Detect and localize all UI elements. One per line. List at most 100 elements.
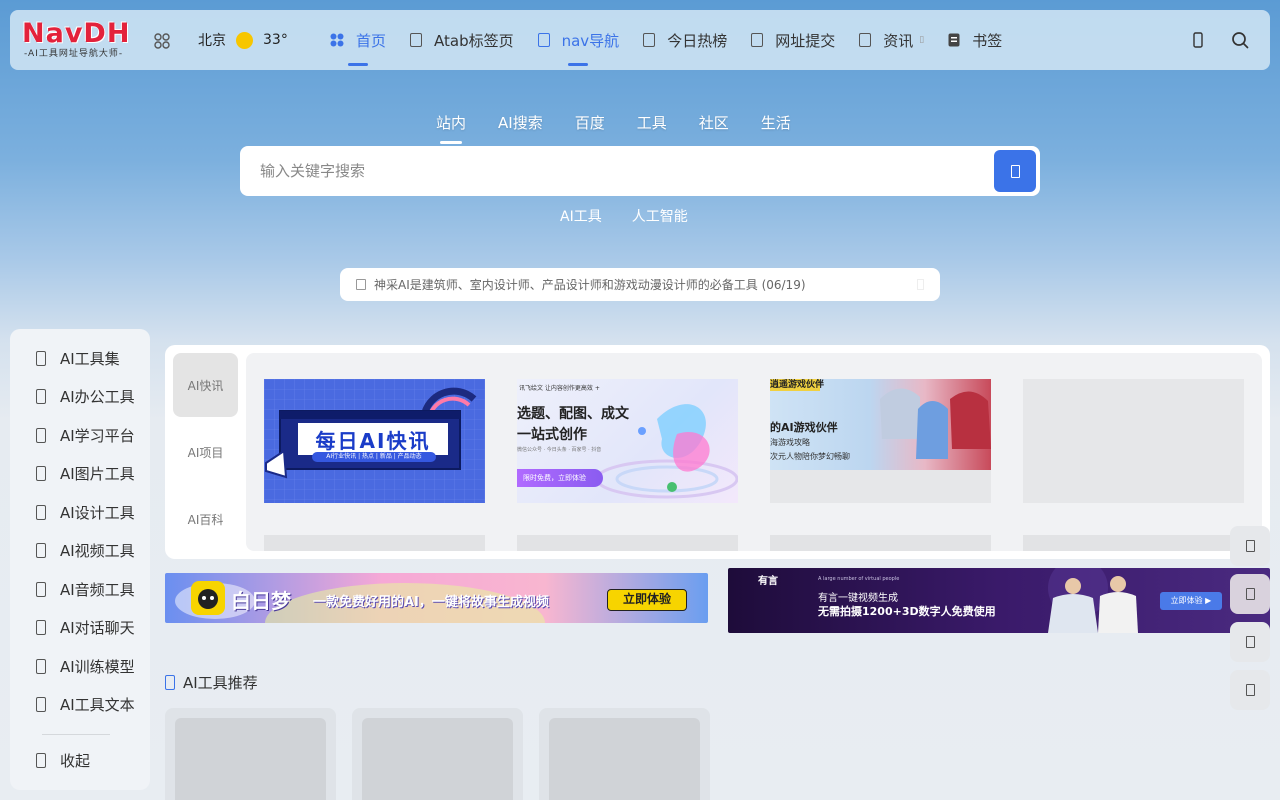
bairimeng-logo-icon: [191, 581, 225, 615]
sidebar-item-chat[interactable]: AI对话聊天: [10, 612, 150, 642]
sidebar-item-label: AI对话聊天: [60, 618, 135, 637]
search-input[interactable]: [260, 146, 1000, 196]
float-icon: [1245, 588, 1255, 600]
float-button-settings[interactable]: [1230, 670, 1270, 710]
sidebar-item-label: AI学习平台: [60, 426, 135, 445]
banner-line1: 有言一键视频生成: [818, 593, 898, 604]
nav-label: 今日热榜: [667, 31, 728, 50]
section-title-recommend: AI工具推荐: [165, 672, 258, 692]
sidebar-item-learning[interactable]: AI学习平台: [10, 420, 150, 450]
top-header: NavDH -AI工具网址导航大师- 北京 33° 首页 Atab标签页 nav…: [10, 10, 1270, 70]
sidebar-item-design[interactable]: AI设计工具: [10, 497, 150, 527]
active-indicator: [568, 63, 589, 66]
hot-keyword[interactable]: 人工智能: [632, 206, 688, 226]
notice-bar[interactable]: 神采AI是建筑师、室内设计师、产品设计师和游戏动漫设计师的必备工具 (06/19…: [340, 268, 940, 301]
weather-city: 北京: [198, 33, 226, 49]
search-button-icon: [1010, 164, 1020, 178]
search-tab-baidu[interactable]: 百度: [559, 112, 621, 138]
sidebar-item-label: AI图片工具: [60, 464, 135, 483]
nav-label: 网址提交: [775, 31, 836, 50]
submit-icon: [751, 33, 764, 47]
news-tab-flash[interactable]: AI快讯: [173, 353, 238, 417]
notice-icon: [356, 279, 366, 290]
search-tab-community[interactable]: 社区: [683, 112, 745, 138]
logo-subtitle: -AI工具网址导航大师-: [24, 49, 124, 59]
news-thumbnail[interactable]: 逍遥游戏伙伴 的AI游戏伙伴 海游戏攻略 次元人物陪你梦幻畅聊: [770, 379, 991, 503]
banner-brand: 有言: [758, 576, 778, 587]
search-tab-tools[interactable]: 工具: [621, 112, 683, 138]
mobile-icon[interactable]: [1188, 30, 1208, 50]
banner-top: A large number of virtual people: [818, 576, 900, 582]
sidebar-item-text[interactable]: AI工具文本: [10, 689, 150, 719]
search-tab-life[interactable]: 生活: [745, 112, 807, 138]
sidebar-item-image[interactable]: AI图片工具: [10, 458, 150, 488]
sidebar-item-ai-tools[interactable]: AI工具集: [10, 343, 150, 373]
site-logo[interactable]: NavDH -AI工具网址导航大师-: [22, 20, 146, 60]
news-tab-wiki[interactable]: AI百科: [173, 487, 238, 551]
sidebar-item-audio[interactable]: AI音频工具: [10, 574, 150, 604]
news-thumbnail[interactable]: 每日AI快讯 AI行业快讯 | 热点 | 新品 | 产品动态: [264, 379, 485, 503]
float-button-theme[interactable]: [1230, 622, 1270, 662]
tool-card-placeholder[interactable]: [352, 708, 523, 800]
main-nav: 首页 Atab标签页 nav导航 今日热榜 网址提交 资讯 ▯ 书签: [318, 10, 1014, 70]
nav-label: Atab标签页: [434, 31, 514, 50]
sidebar-collapse-button[interactable]: 收起: [10, 745, 150, 775]
float-icon: [1245, 636, 1255, 648]
search-icon[interactable]: [1230, 30, 1250, 50]
category-icon: [36, 696, 46, 712]
active-indicator: [348, 63, 368, 66]
bookmark-icon: [948, 33, 960, 47]
collapse-icon: [36, 752, 46, 768]
float-button-service[interactable]: [1230, 574, 1270, 614]
ad-banner-youyan[interactable]: 有言 A large number of virtual people 有言一键…: [728, 568, 1270, 633]
sidebar-item-label: AI工具文本: [60, 695, 135, 714]
thumb-line2: 一站式创作: [517, 427, 587, 443]
chevron-down-icon: ▯: [919, 35, 925, 45]
news-tab-projects[interactable]: AI项目: [173, 420, 238, 484]
sidebar-item-video[interactable]: AI视频工具: [10, 535, 150, 565]
grid-menu-icon[interactable]: [154, 33, 170, 49]
notice-text: 神采AI是建筑师、室内设计师、产品设计师和游戏动漫设计师的必备工具 (06/19…: [374, 278, 806, 292]
tool-card-placeholder[interactable]: [539, 708, 710, 800]
nav-item-hot[interactable]: 今日热榜: [631, 10, 739, 70]
sidebar-item-label: AI设计工具: [60, 503, 135, 522]
banner-cta-button[interactable]: 立即体验: [607, 589, 687, 611]
nav-item-nav[interactable]: nav导航: [526, 10, 632, 70]
search-box: [240, 146, 1040, 196]
search-button[interactable]: [994, 150, 1036, 192]
news-thumbnail-placeholder[interactable]: [1023, 379, 1244, 503]
tab-icon: [410, 33, 423, 47]
nav-item-atab[interactable]: Atab标签页: [398, 10, 526, 70]
nav-item-home[interactable]: 首页: [318, 10, 398, 70]
sidebar-item-label: AI音频工具: [60, 580, 135, 599]
search-tab-site[interactable]: 站内: [420, 112, 482, 144]
search-tab-ai[interactable]: AI搜索: [482, 112, 559, 138]
nav-item-news[interactable]: 资讯 ▯: [847, 10, 936, 70]
section-title: AI工具推荐: [183, 673, 258, 692]
float-icon: [1245, 684, 1255, 696]
category-icon: [36, 658, 46, 674]
thumb-brand: 逍遥游戏伙伴: [770, 379, 825, 391]
news-thumbnail[interactable]: 讯飞绘文 让内容创作更高效 + 选题、配图、成文 一站式创作 微信公众号 · 今…: [517, 379, 738, 503]
weather-temperature: 33°: [263, 32, 288, 48]
sidebar-item-label: AI视频工具: [60, 541, 135, 560]
thumb-cta: 限时免费，立即体验: [517, 469, 603, 487]
thumb-line2: 海游戏攻略: [770, 438, 810, 447]
banner-slogan: 一款免费好用的AI，一键将故事生成视频: [313, 595, 549, 610]
nav-item-bookmark[interactable]: 书签: [936, 10, 1014, 70]
hot-keyword[interactable]: AI工具: [560, 206, 602, 226]
ad-banner-bairimeng[interactable]: 白日梦 一款免费好用的AI，一键将故事生成视频 立即体验: [165, 573, 708, 623]
sidebar-item-office[interactable]: AI办公工具: [10, 381, 150, 411]
tool-card-placeholder[interactable]: [165, 708, 336, 800]
nav-item-submit[interactable]: 网址提交: [739, 10, 847, 70]
weather-widget[interactable]: 北京 33°: [198, 30, 288, 50]
active-indicator: [440, 141, 462, 144]
float-button-top[interactable]: [1230, 526, 1270, 566]
sidebar-item-model[interactable]: AI训练模型: [10, 651, 150, 681]
thumb-title: 每日AI快讯: [315, 428, 431, 453]
search-tab-label: 站内: [436, 114, 467, 132]
thumb-sub: 微信公众号 · 今日头条 · 百家号 · 抖音: [517, 447, 602, 453]
thumb-tags: AI行业快讯 | 热点 | 新品 | 产品动态: [312, 452, 436, 462]
banner-cta-button[interactable]: 立即体验 ▶: [1160, 592, 1222, 610]
thumb-line1: 的AI游戏伙伴: [770, 421, 838, 434]
